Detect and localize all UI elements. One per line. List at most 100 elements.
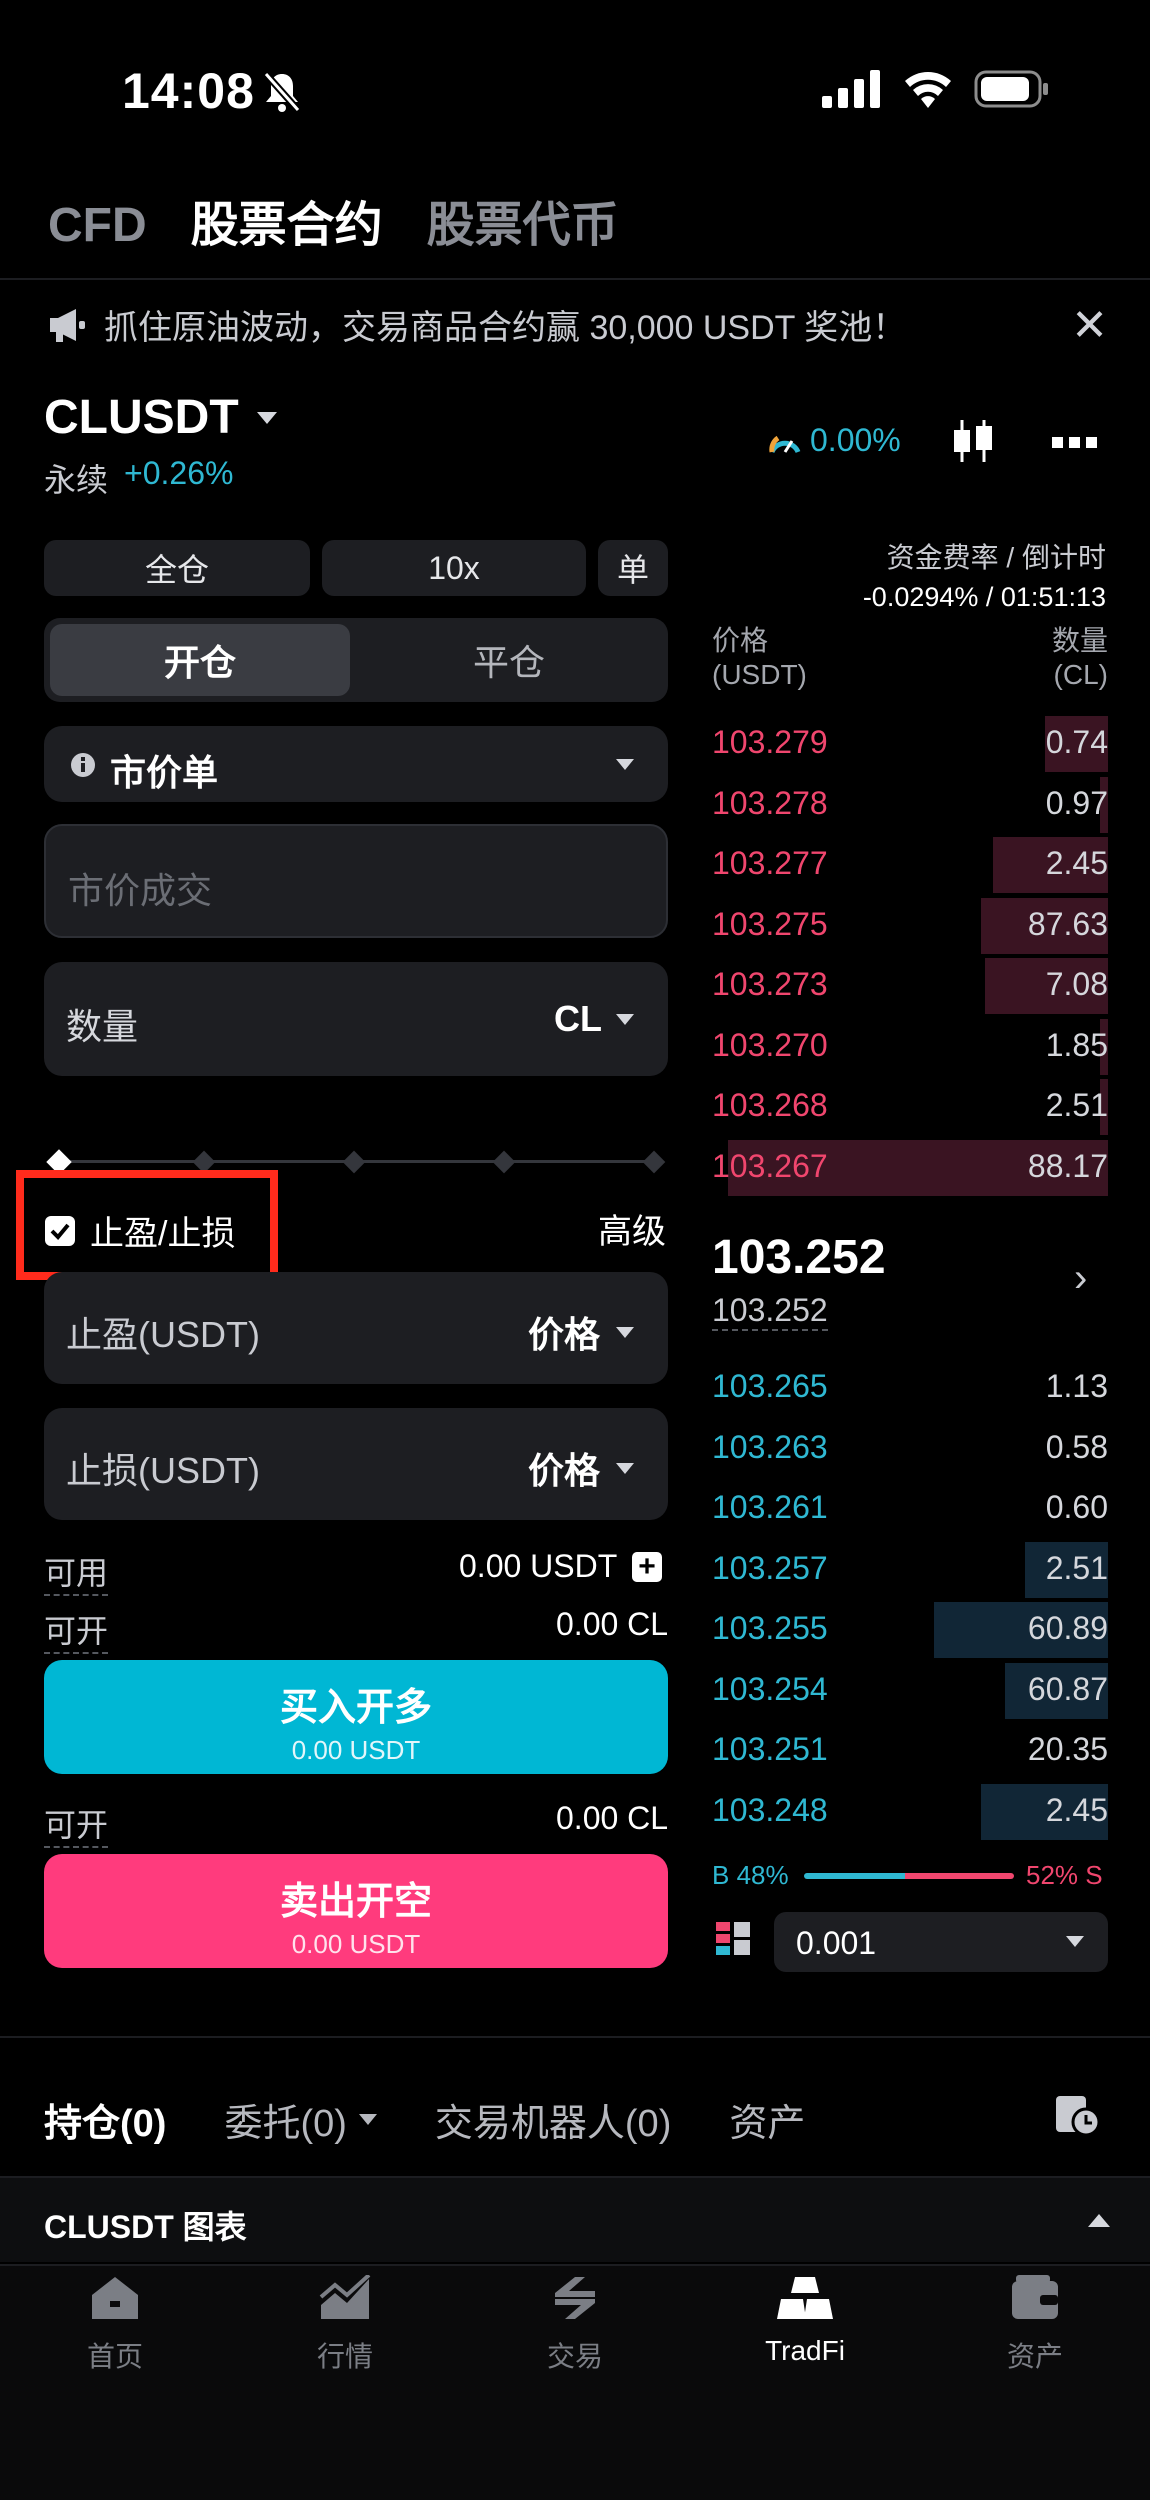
nav-assets[interactable]: 资产 [920, 2275, 1150, 2375]
tab-stock-contract[interactable]: 股票合约 [191, 185, 383, 255]
bid-row[interactable]: 103.255 60.89 [712, 1600, 1108, 1658]
header-divider [0, 278, 1150, 280]
ask-row[interactable]: 103.267 88.17 [712, 1138, 1108, 1196]
precision-select[interactable]: 0.001 [774, 1912, 1108, 1972]
megaphone-icon [50, 308, 85, 342]
ask-qty: 88.17 [1027, 1147, 1108, 1184]
slider-tick[interactable] [492, 1150, 516, 1174]
ask-qty: 1.85 [1045, 1026, 1108, 1063]
leverage-label: 10x [428, 549, 480, 586]
nav-trade-label: 交易 [546, 2341, 603, 2372]
symbol-selector[interactable]: CLUSDT [44, 390, 277, 445]
orderbook-price-header: 价格 (USDT) [712, 624, 807, 692]
ask-row[interactable]: 103.278 0.97 [712, 775, 1108, 833]
take-profit-input[interactable]: 止盈(USDT) 价格 [44, 1272, 668, 1384]
bid-qty: 2.45 [1045, 1791, 1108, 1828]
sell-short-button[interactable]: 卖出开空 0.00 USDT [44, 1854, 668, 1968]
ask-row[interactable]: 103.275 87.63 [712, 896, 1108, 954]
slider-tick[interactable] [342, 1150, 366, 1174]
ask-price: 103.278 [712, 784, 828, 821]
history-clock-icon[interactable] [1054, 2092, 1102, 2143]
tpsl-checkbox[interactable]: 止盈/止损 [44, 1206, 235, 1255]
tab-open-position[interactable]: 开仓 [50, 624, 350, 696]
quantity-input[interactable]: 数量 CL [44, 962, 668, 1076]
close-label: 平仓 [472, 642, 545, 683]
nav-tradfi[interactable]: TradFi [690, 2275, 920, 2367]
funding-rate[interactable]: 资金费率 / 倒计时 -0.0294% / 01:51:13 [863, 536, 1106, 613]
margin-mode-label: 全仓 [144, 552, 209, 588]
price-change: +0.26% [124, 455, 234, 491]
candlestick-chart-icon[interactable] [950, 418, 996, 469]
bid-row[interactable]: 103.257 2.51 [712, 1540, 1108, 1598]
position-mode-button[interactable]: 单 [598, 540, 668, 596]
chevron-right-icon[interactable]: › [1074, 1256, 1087, 1301]
orderbook-layout-icon[interactable] [716, 1922, 752, 1963]
nav-home[interactable]: 首页 [0, 2275, 230, 2375]
banner-close-icon[interactable]: ✕ [1071, 304, 1108, 348]
symbol-subinfo: 永续 +0.26% [44, 455, 233, 501]
qty-header: 数量 [1051, 625, 1108, 656]
more-menu-icon[interactable] [1052, 436, 1098, 454]
chevron-down-icon [256, 411, 277, 424]
gauge-icon [769, 435, 801, 453]
tradfi-icon [777, 2277, 833, 2319]
risk-gauge[interactable]: 0.00% [768, 422, 901, 459]
ask-row[interactable]: 103.270 1.85 [712, 1017, 1108, 1075]
bid-row[interactable]: 103.263 0.58 [712, 1419, 1108, 1475]
tab-orders[interactable]: 委托(0) [224, 2092, 377, 2147]
sell-short-sub: 0.00 USDT [291, 1929, 421, 1959]
bid-row[interactable]: 103.261 0.60 [712, 1479, 1108, 1535]
bid-price: 103.248 [712, 1791, 828, 1828]
gauge-value: 0.00% [810, 422, 901, 458]
ask-row[interactable]: 103.279 0.74 [712, 714, 1108, 772]
promo-banner[interactable]: 抓住原油波动，交易商品合约赢 30,000 USDT 奖池！ [48, 300, 906, 349]
bid-row[interactable]: 103.265 1.13 [712, 1358, 1108, 1414]
stop-loss-input[interactable]: 止损(USDT) 价格 [44, 1408, 668, 1520]
bid-price: 103.261 [712, 1489, 828, 1525]
bid-row[interactable]: 103.254 60.87 [712, 1661, 1108, 1719]
nav-market[interactable]: 行情 [230, 2275, 460, 2375]
quantity-label: 数量 [66, 1006, 139, 1047]
ask-row[interactable]: 103.277 2.45 [712, 835, 1108, 893]
margin-mode-button[interactable]: 全仓 [44, 540, 310, 596]
ask-qty: 7.08 [1045, 966, 1108, 1002]
tab-cfd[interactable]: CFD [48, 198, 147, 253]
symbol-name: CLUSDT [44, 391, 239, 444]
order-type-select[interactable]: 市价单 [44, 726, 668, 802]
can-open-short-value: 0.00 CL [556, 1800, 669, 1836]
tab-close-position[interactable]: 平仓 [356, 624, 662, 696]
status-indicators [822, 70, 1050, 108]
buy-ratio-label: B 48% [712, 1860, 789, 1890]
take-profit-mode-select[interactable]: 价格 [528, 1306, 634, 1358]
leverage-button[interactable]: 10x [322, 540, 586, 596]
nav-trade[interactable]: 交易 [460, 2275, 690, 2375]
tab-assets[interactable]: 资产 [729, 2092, 805, 2147]
nav-home-label: 首页 [86, 2341, 143, 2372]
last-price[interactable]: 103.252 [712, 1230, 886, 1285]
chart-bar-label: CLUSDT 图表 [44, 2209, 247, 2245]
price-header: 价格 [712, 625, 769, 656]
tab-positions[interactable]: 持仓(0) [44, 2092, 166, 2147]
tab-bots[interactable]: 交易机器人(0) [435, 2092, 671, 2147]
nav-market-label: 行情 [316, 2341, 373, 2372]
tab-stock-token[interactable]: 股票代币 [427, 185, 619, 255]
quantity-unit-select[interactable]: CL [554, 998, 634, 1040]
open-close-toggle: 开仓 平仓 [44, 618, 668, 702]
transfer-add-icon[interactable]: + [632, 1552, 662, 1582]
chevron-down-icon [358, 2114, 377, 2125]
available-value: 0.00 USDT [459, 1548, 618, 1584]
ask-row[interactable]: 103.268 2.51 [712, 1077, 1108, 1135]
buy-sell-ratio-bar [804, 1873, 1014, 1879]
advanced-link[interactable]: 高级 [598, 1204, 666, 1253]
price-input[interactable]: 市价成交 [44, 824, 668, 938]
bid-row[interactable]: 103.248 2.45 [712, 1782, 1108, 1840]
buy-long-title: 买入开多 [279, 1687, 432, 1729]
buy-long-button[interactable]: 买入开多 0.00 USDT [44, 1660, 668, 1774]
stop-loss-label: 止损(USDT) [66, 1450, 260, 1491]
stop-loss-mode-select[interactable]: 价格 [528, 1442, 634, 1494]
bid-row[interactable]: 103.251 20.35 [712, 1721, 1108, 1777]
chart-bar[interactable]: CLUSDT 图表 [0, 2176, 1150, 2262]
ask-row[interactable]: 103.273 7.08 [712, 956, 1108, 1014]
slider-tick[interactable] [642, 1150, 666, 1174]
banner-text: 抓住原油波动，交易商品合约赢 30,000 USDT 奖池！ [104, 309, 907, 347]
